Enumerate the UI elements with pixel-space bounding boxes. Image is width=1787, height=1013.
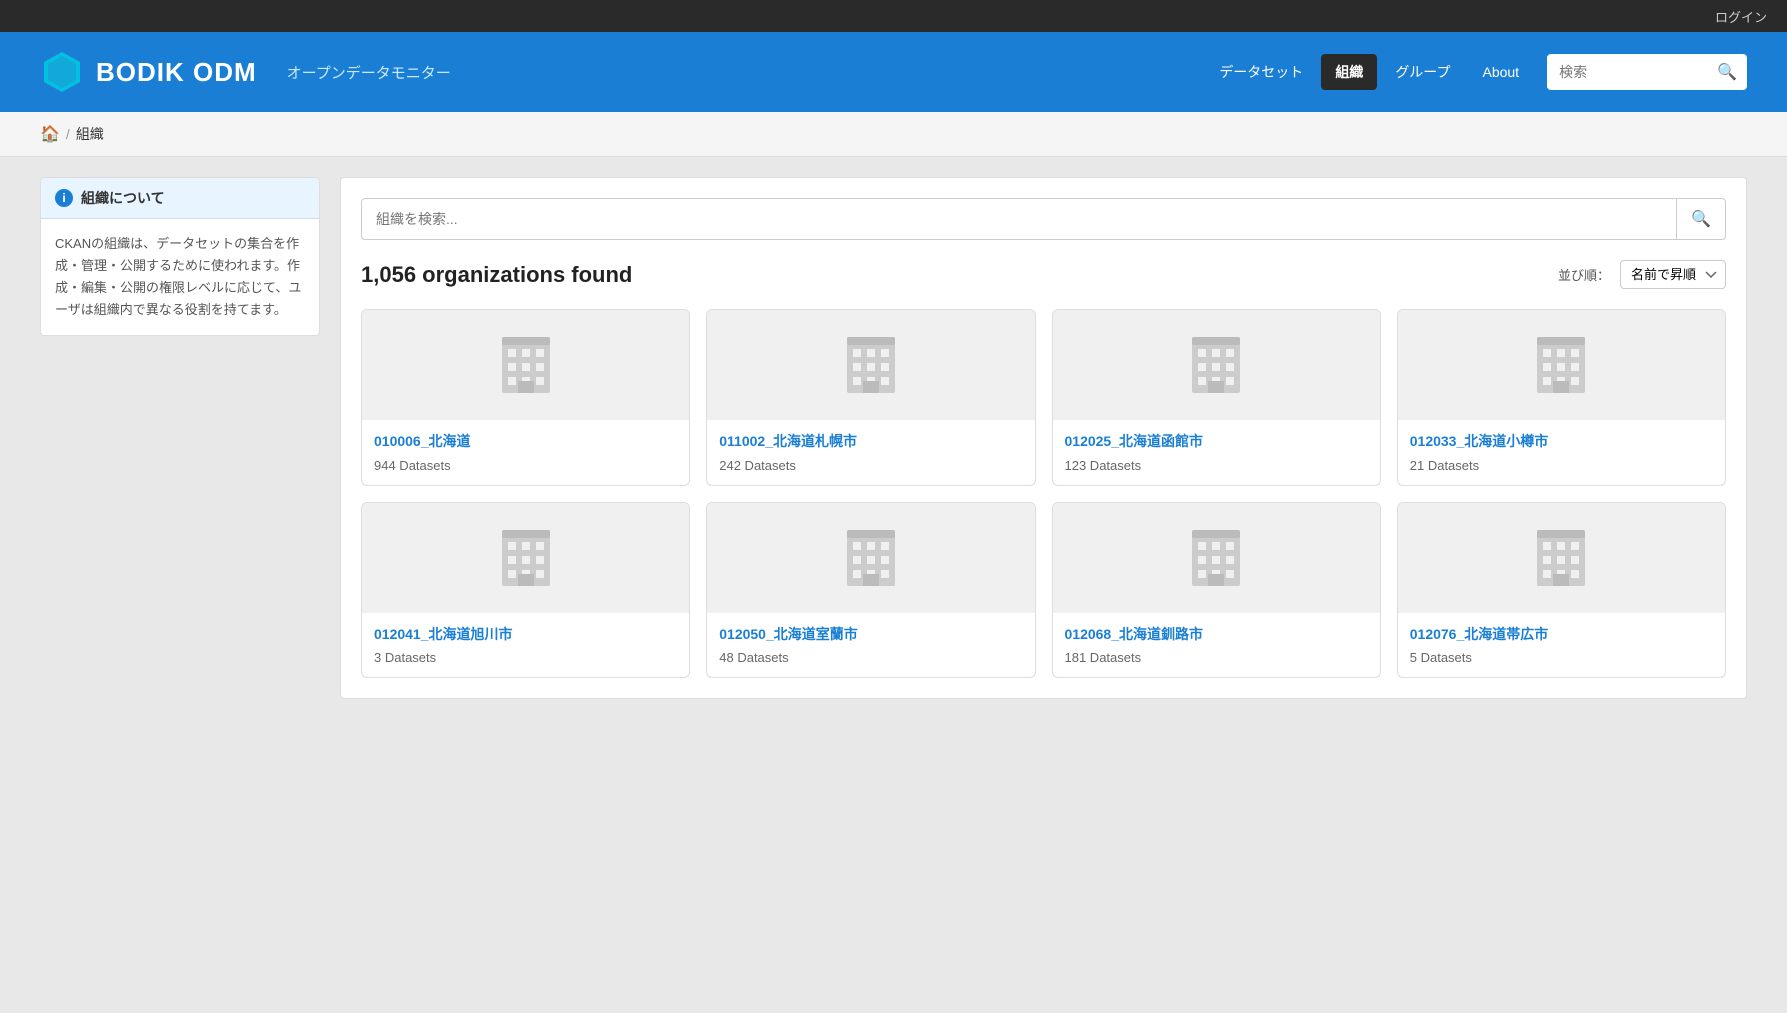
org-card-img-5 xyxy=(707,503,1034,613)
org-search-input[interactable] xyxy=(362,201,1676,237)
org-card-body-0: 010006_北海道 944 Datasets xyxy=(362,420,689,485)
org-card-name-6: 012068_北海道釧路市 xyxy=(1065,625,1368,645)
org-card-name-3: 012033_北海道小樽市 xyxy=(1410,432,1713,452)
org-card-name-4: 012041_北海道旭川市 xyxy=(374,625,677,645)
results-count: 1,056 organizations found xyxy=(361,262,632,288)
org-card-7[interactable]: 012076_北海道帯広市 5 Datasets xyxy=(1397,502,1726,679)
org-card-4[interactable]: 012041_北海道旭川市 3 Datasets xyxy=(361,502,690,679)
info-icon: i xyxy=(55,189,73,207)
logo-link[interactable]: BODIK ODM xyxy=(40,50,257,94)
building-icon-2 xyxy=(1184,329,1248,401)
nav-groups[interactable]: グループ xyxy=(1381,54,1464,90)
main-nav: データセット 組織 グループ About 🔍 xyxy=(1205,54,1747,90)
org-card-count-5: 48 Datasets xyxy=(719,650,1022,665)
main-content: i 組織について CKANの組織は、データセットの集合を作成・管理・公開するため… xyxy=(0,157,1787,719)
nav-about[interactable]: About xyxy=(1468,56,1533,88)
org-card-img-7 xyxy=(1398,503,1725,613)
org-card-img-4 xyxy=(362,503,689,613)
building-icon-3 xyxy=(1529,329,1593,401)
org-card-body-7: 012076_北海道帯広市 5 Datasets xyxy=(1398,613,1725,678)
logo-text: BODIK ODM xyxy=(96,57,257,88)
org-card-name-0: 010006_北海道 xyxy=(374,432,677,452)
org-card-5[interactable]: 012050_北海道室蘭市 48 Datasets xyxy=(706,502,1035,679)
org-card-name-1: 011002_北海道札幌市 xyxy=(719,432,1022,452)
org-search-bar: 🔍 xyxy=(361,198,1726,240)
sort-label: 並び順： xyxy=(1558,265,1610,284)
sidebar-info-title: 組織について xyxy=(81,188,165,208)
building-icon-0 xyxy=(494,329,558,401)
sort-select[interactable]: 名前で昇順 xyxy=(1620,260,1726,289)
org-card-count-1: 242 Datasets xyxy=(719,458,1022,473)
building-icon-7 xyxy=(1529,522,1593,594)
org-search-button[interactable]: 🔍 xyxy=(1676,199,1725,239)
sidebar-info-header: i 組織について xyxy=(41,178,319,219)
building-icon-5 xyxy=(839,522,903,594)
org-card-body-4: 012041_北海道旭川市 3 Datasets xyxy=(362,613,689,678)
tagline: オープンデータモニター xyxy=(287,62,451,83)
org-card-body-5: 012050_北海道室蘭市 48 Datasets xyxy=(707,613,1034,678)
org-card-img-0 xyxy=(362,310,689,420)
nav-organizations[interactable]: 組織 xyxy=(1321,54,1377,90)
org-card-img-1 xyxy=(707,310,1034,420)
header: BODIK ODM オープンデータモニター データセット 組織 グループ Abo… xyxy=(0,32,1787,112)
login-button[interactable]: ログイン xyxy=(1715,7,1767,26)
header-search-input[interactable] xyxy=(1547,56,1707,88)
breadcrumb-home-icon[interactable]: 🏠 xyxy=(40,124,60,144)
breadcrumb-current: 組織 xyxy=(76,124,104,144)
org-card-img-2 xyxy=(1053,310,1380,420)
org-card-count-6: 181 Datasets xyxy=(1065,650,1368,665)
building-icon-4 xyxy=(494,522,558,594)
header-search-box: 🔍 xyxy=(1547,54,1747,90)
breadcrumb-separator: / xyxy=(66,126,70,142)
logo-icon xyxy=(40,50,84,94)
building-icon-1 xyxy=(839,329,903,401)
org-card-count-4: 3 Datasets xyxy=(374,650,677,665)
sidebar-info-body: CKANの組織は、データセットの集合を作成・管理・公開するために使われます。作成… xyxy=(41,219,319,335)
org-card-img-6 xyxy=(1053,503,1380,613)
org-card-count-7: 5 Datasets xyxy=(1410,650,1713,665)
nav-datasets[interactable]: データセット xyxy=(1205,54,1317,90)
header-search-button[interactable]: 🔍 xyxy=(1707,54,1747,90)
org-card-name-5: 012050_北海道室蘭市 xyxy=(719,625,1022,645)
org-card-count-2: 123 Datasets xyxy=(1065,458,1368,473)
org-card-6[interactable]: 012068_北海道釧路市 181 Datasets xyxy=(1052,502,1381,679)
building-icon-6 xyxy=(1184,522,1248,594)
org-card-img-3 xyxy=(1398,310,1725,420)
results-header: 1,056 organizations found 並び順： 名前で昇順 xyxy=(361,260,1726,289)
org-grid: 010006_北海道 944 Datasets xyxy=(361,309,1726,678)
top-bar: ログイン xyxy=(0,0,1787,32)
sort-area: 並び順： 名前で昇順 xyxy=(1558,260,1726,289)
breadcrumb: 🏠 / 組織 xyxy=(0,112,1787,157)
org-card-3[interactable]: 012033_北海道小樽市 21 Datasets xyxy=(1397,309,1726,486)
org-card-body-6: 012068_北海道釧路市 181 Datasets xyxy=(1053,613,1380,678)
org-card-count-3: 21 Datasets xyxy=(1410,458,1713,473)
org-card-1[interactable]: 011002_北海道札幌市 242 Datasets xyxy=(706,309,1035,486)
org-card-0[interactable]: 010006_北海道 944 Datasets xyxy=(361,309,690,486)
content-area: 🔍 1,056 organizations found 並び順： 名前で昇順 xyxy=(340,177,1747,699)
org-card-body-3: 012033_北海道小樽市 21 Datasets xyxy=(1398,420,1725,485)
org-card-body-1: 011002_北海道札幌市 242 Datasets xyxy=(707,420,1034,485)
org-card-name-7: 012076_北海道帯広市 xyxy=(1410,625,1713,645)
org-card-2[interactable]: 012025_北海道函館市 123 Datasets xyxy=(1052,309,1381,486)
org-card-body-2: 012025_北海道函館市 123 Datasets xyxy=(1053,420,1380,485)
sidebar: i 組織について CKANの組織は、データセットの集合を作成・管理・公開するため… xyxy=(40,177,320,699)
org-card-count-0: 944 Datasets xyxy=(374,458,677,473)
org-card-name-2: 012025_北海道函館市 xyxy=(1065,432,1368,452)
sidebar-info-box: i 組織について CKANの組織は、データセットの集合を作成・管理・公開するため… xyxy=(40,177,320,336)
